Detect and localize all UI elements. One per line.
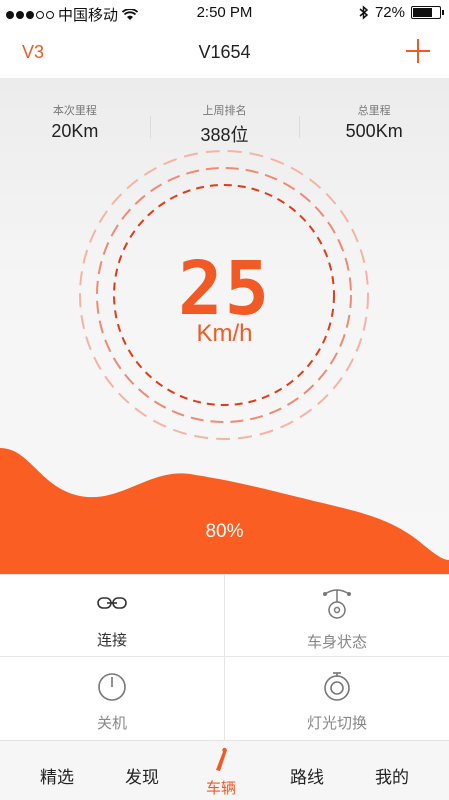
connect-button[interactable]: 连接 bbox=[0, 574, 224, 657]
vehicle-status-button[interactable]: 车身状态 bbox=[225, 574, 449, 657]
power-off-button[interactable]: 关机 bbox=[0, 657, 224, 740]
tab-label: 我的 bbox=[375, 768, 409, 787]
tab-label: 精选 bbox=[40, 768, 74, 787]
tab-label: 车辆 bbox=[205, 780, 236, 797]
tab-routes[interactable]: 路线 bbox=[267, 741, 347, 800]
speed-unit: Km/h bbox=[196, 320, 253, 347]
battery-wave bbox=[0, 448, 449, 574]
battery-fill bbox=[413, 8, 432, 17]
vehicle-tab-icon bbox=[216, 747, 227, 771]
control-grid: 连接 车身状态 关机 灯光切换 bbox=[0, 574, 449, 740]
battery-level-label: 80% bbox=[205, 521, 244, 542]
control-label: 连接 bbox=[96, 632, 127, 649]
bluetooth-icon bbox=[359, 5, 369, 20]
tab-featured[interactable]: 精选 bbox=[17, 741, 97, 800]
control-label: 灯光切换 bbox=[306, 715, 367, 732]
nav-bar: V3 V1654 bbox=[0, 26, 449, 78]
tab-discover[interactable]: 发现 bbox=[102, 741, 182, 800]
battery-icon bbox=[411, 6, 444, 19]
dashboard: 本次里程 20Km 上周排名 388位 总里程 500Km 25 Km/h 80… bbox=[0, 78, 449, 574]
tab-vehicle[interactable]: 车辆 bbox=[181, 741, 261, 800]
page-title: V1654 bbox=[198, 42, 251, 62]
plus-icon[interactable] bbox=[405, 38, 431, 64]
battery-percent: 72% bbox=[374, 4, 405, 21]
link-icon bbox=[97, 597, 127, 609]
control-label: 关机 bbox=[96, 715, 127, 732]
tab-profile[interactable]: 我的 bbox=[352, 741, 432, 800]
light-switch-icon bbox=[324, 672, 350, 701]
vehicle-status-icon bbox=[323, 589, 351, 619]
light-switch-button[interactable]: 灯光切换 bbox=[225, 657, 449, 740]
power-icon bbox=[98, 673, 126, 701]
tab-bar: 精选 发现 车辆 路线 我的 bbox=[0, 740, 449, 800]
tab-label: 路线 bbox=[290, 768, 324, 787]
status-bar: 中国移动 2:50 PM 72% bbox=[0, 0, 449, 26]
tab-label: 发现 bbox=[125, 768, 159, 787]
status-right: 72% bbox=[359, 4, 444, 21]
control-label: 车身状态 bbox=[306, 634, 367, 651]
